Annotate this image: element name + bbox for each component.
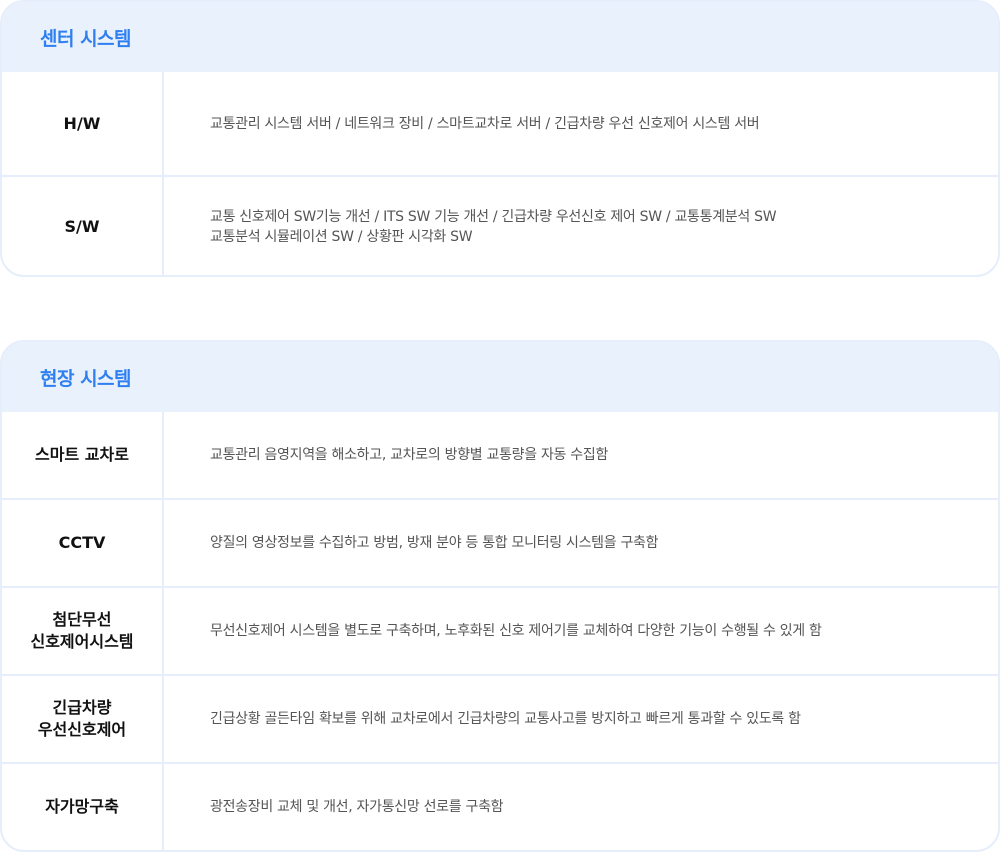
center-system-title: 센터 시스템 [40,27,132,50]
row-desc-cctv: 양질의 영상정보를 수집하고 방범, 방재 분야 등 통합 모니터링 시스템을 … [210,535,659,551]
row-label-wireless-signal: 첨단무선 신호제어시스템 [2,588,164,674]
center-system-header: 센터 시스템 [2,2,998,72]
table-row: CCTV 양질의 영상정보를 수집하고 방범, 방재 분야 등 통합 모니터링 … [2,498,998,586]
row-desc-private-network: 광전송장비 교체 및 개선, 자가통신망 선로를 구축함 [210,799,504,815]
row-label-emergency-priority: 긴급차량 우선신호제어 [2,676,164,762]
row-desc-wireless-signal: 무선신호제어 시스템을 별도로 구축하며, 노후화된 신호 제어기를 교체하여 … [210,623,822,639]
table-row: 긴급차량 우선신호제어 긴급상황 골든타임 확보를 위해 교차로에서 긴급차량의… [2,674,998,762]
row-desc-sw: 교통 신호제어 SW기능 개선 / ITS SW 기능 개선 / 긴급차량 우선… [164,177,998,275]
row-label-cctv: CCTV [2,500,164,586]
desc-line: 교통 신호제어 SW기능 개선 / ITS SW 기능 개선 / 긴급차량 우선… [210,209,777,225]
desc-line: 교통분석 시뮬레이션 SW / 상황판 시각화 SW [210,229,473,245]
row-label-smart-intersection: 스마트 교차로 [2,412,164,498]
center-system-panel: 센터 시스템 H/W 교통관리 시스템 서버 / 네트워크 장비 / 스마트교차… [0,0,1000,277]
table-row: 첨단무선 신호제어시스템 무선신호제어 시스템을 별도로 구축하며, 노후화된 … [2,586,998,674]
table-row: 스마트 교차로 교통관리 음영지역을 해소하고, 교차로의 방향별 교통량을 자… [2,412,998,498]
row-desc-emergency-priority: 긴급상황 골든타임 확보를 위해 교차로에서 긴급차량의 교통사고를 방지하고 … [210,711,801,727]
table-row: S/W 교통 신호제어 SW기능 개선 / ITS SW 기능 개선 / 긴급차… [2,175,998,275]
row-label-hw: H/W [2,72,164,175]
row-label-sw: S/W [2,177,164,275]
row-desc-smart-intersection: 교통관리 음영지역을 해소하고, 교차로의 방향별 교통량을 자동 수집함 [210,447,609,463]
row-desc-hw: 교통관리 시스템 서버 / 네트워크 장비 / 스마트교차로 서버 / 긴급차량… [164,72,998,175]
field-system-header: 현장 시스템 [2,342,998,412]
table-row: 자가망구축 광전송장비 교체 및 개선, 자가통신망 선로를 구축함 [2,762,998,850]
row-label-private-network: 자가망구축 [2,764,164,850]
desc-line: 교통관리 시스템 서버 / 네트워크 장비 / 스마트교차로 서버 / 긴급차량… [210,115,760,132]
field-system-title: 현장 시스템 [40,367,132,390]
field-system-panel: 현장 시스템 스마트 교차로 교통관리 음영지역을 해소하고, 교차로의 방향별… [0,340,1000,852]
table-row: H/W 교통관리 시스템 서버 / 네트워크 장비 / 스마트교차로 서버 / … [2,72,998,175]
